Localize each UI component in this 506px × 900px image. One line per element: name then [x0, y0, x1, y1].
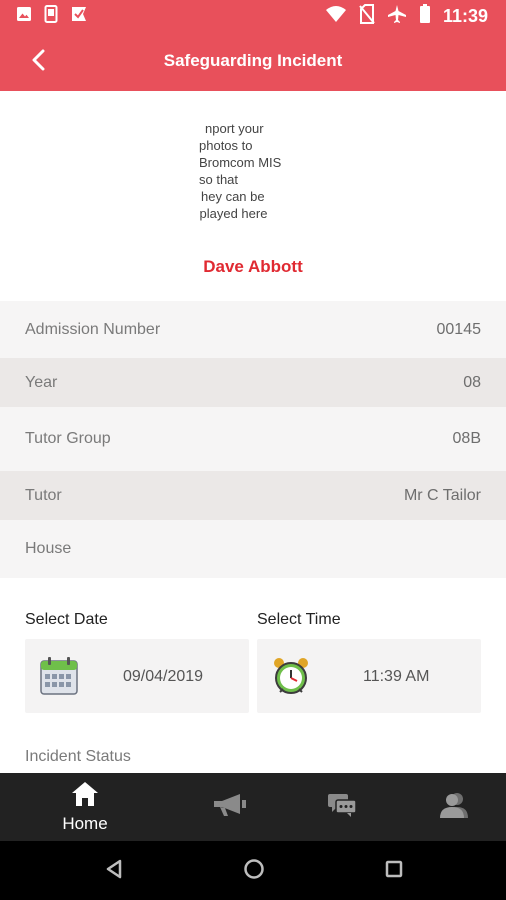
photo-text-line: splayed here: [199, 206, 268, 221]
detail-value: Mr C Tailor: [403, 486, 481, 504]
home-icon: [71, 781, 99, 812]
select-time-label: Select Time: [257, 611, 341, 628]
nav-home[interactable]: Home: [55, 773, 115, 841]
status-time: 11:39: [442, 6, 488, 26]
detail-value: 08: [463, 373, 481, 391]
image-icon: [16, 6, 32, 27]
date-value: 09/04/2019: [123, 668, 204, 685]
detail-value: 08B: [452, 430, 481, 447]
nav-announcements[interactable]: [208, 773, 252, 841]
system-back-button[interactable]: [102, 859, 126, 883]
home-circle-icon: [243, 858, 265, 885]
chat-icon: [327, 792, 357, 823]
detail-row-year: Year 08: [0, 358, 506, 407]
check-flag-icon: [70, 5, 88, 28]
battery-icon: [419, 4, 431, 29]
select-date-label: Select Date: [25, 611, 108, 628]
nav-messages[interactable]: [322, 773, 362, 841]
detail-label: Admission Number: [25, 320, 161, 338]
app-bar: Safeguarding Incident: [0, 31, 506, 91]
phone-icon: [44, 5, 58, 28]
system-home-button[interactable]: [242, 858, 266, 885]
detail-row-house: House: [0, 520, 506, 578]
system-recents-button[interactable]: [382, 859, 406, 883]
nav-home-label: Home: [62, 813, 108, 833]
photo-text-line: nport your: [205, 121, 264, 136]
photo-text-line: photos to: [199, 138, 253, 153]
student-name: Dave Abbott: [203, 257, 303, 276]
calendar-icon: [39, 656, 79, 701]
wifi-icon: [325, 5, 347, 28]
photo-text-line: hey can be: [201, 189, 265, 204]
detail-value: 00145: [436, 320, 482, 338]
time-picker[interactable]: 11:39 AM: [257, 639, 481, 713]
recents-square-icon: [384, 859, 404, 884]
page-title: Safeguarding Incident: [163, 51, 343, 70]
photo-text-line: so that: [199, 172, 239, 187]
alarm-clock-icon: [271, 656, 311, 701]
date-picker[interactable]: 09/04/2019: [25, 639, 249, 713]
airplane-icon: [387, 4, 407, 29]
back-triangle-icon: [105, 859, 123, 884]
nav-profile[interactable]: [436, 773, 472, 841]
detail-label: Tutor Group: [25, 430, 111, 447]
no-sim-icon: [359, 4, 375, 29]
detail-row-tutor: Tutor Mr C Tailor: [0, 471, 506, 520]
megaphone-icon: [212, 792, 248, 823]
student-photo-placeholder: nport your photos to Bromcom MIS so that…: [199, 120, 291, 228]
system-nav-bar: [0, 841, 506, 900]
photo-text-line: Bromcom MIS: [199, 155, 282, 170]
detail-label: House: [25, 540, 72, 557]
detail-row-tutor-group: Tutor Group 08B: [0, 407, 506, 471]
status-bar: 11:39: [0, 0, 506, 31]
user-icon: [439, 791, 469, 824]
detail-label: Year: [25, 373, 58, 391]
time-value: 11:39 AM: [363, 668, 430, 685]
detail-row-admission-number: Admission Number 00145: [0, 301, 506, 358]
bottom-nav: Home: [0, 773, 506, 841]
detail-label: Tutor: [25, 486, 62, 504]
incident-status-label: Incident Status: [25, 748, 131, 765]
